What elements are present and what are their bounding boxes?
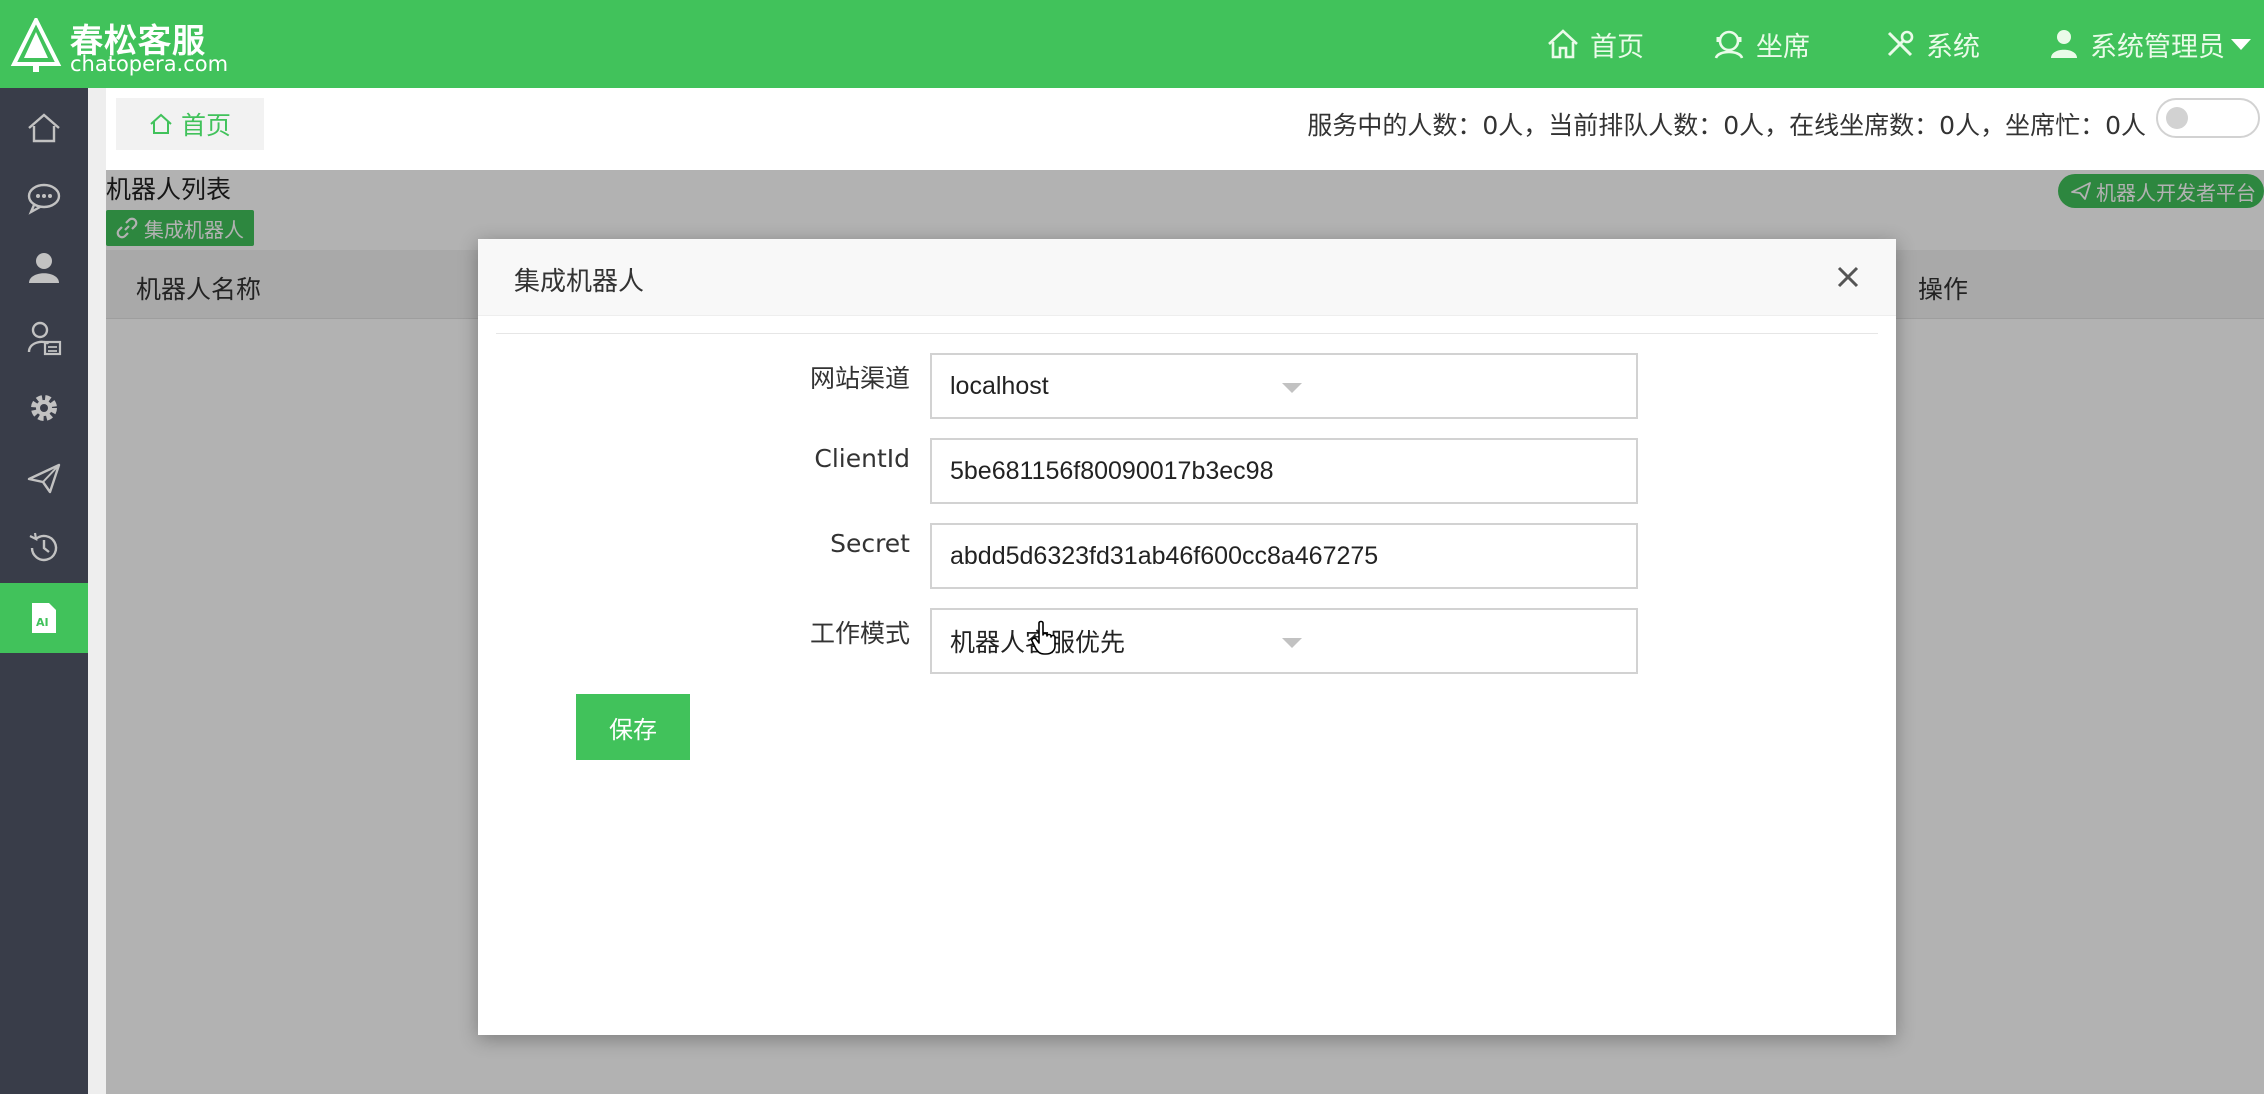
agent-status-toggle[interactable]: [2156, 98, 2260, 138]
top-nav-system-label: 系统: [1926, 31, 1980, 63]
svg-text:AI: AI: [36, 616, 49, 629]
tools-icon: [1887, 30, 1914, 57]
send-icon: [27, 463, 61, 494]
channel-label: 网站渠道: [809, 364, 910, 393]
sidebar-gutter: [88, 88, 106, 1094]
sidebar-item-send[interactable]: [0, 443, 88, 513]
top-nav-user-menu[interactable]: 系统管理员: [2048, 0, 2251, 88]
save-button[interactable]: 保存: [576, 694, 690, 760]
home-icon: [28, 113, 60, 143]
dialog-title: 集成机器人: [514, 267, 645, 297]
secret-input[interactable]: [930, 523, 1638, 589]
service-status: 服务中的人数：0人，当前排队人数：0人，在线坐席数：0人，坐席忙：0人: [1307, 111, 2146, 140]
top-header: 春松客服 chatopera.com 首页 坐席 系统 系统管理员: [0, 0, 2264, 88]
integrate-robot-dialog: 集成机器人 网站渠道 localhost ClientId Secret 工作模…: [478, 239, 1896, 1035]
tab-home[interactable]: 首页: [116, 98, 264, 150]
pine-tree-icon: [10, 18, 62, 72]
sidebar-item-contacts[interactable]: [0, 303, 88, 373]
top-nav-agent-label: 坐席: [1756, 31, 1810, 63]
sidebar-item-settings[interactable]: [0, 373, 88, 443]
top-nav-system[interactable]: 系统: [1884, 0, 1980, 88]
sidebar-item-chat[interactable]: [0, 163, 88, 233]
gear-icon: [31, 395, 57, 421]
sidebar-item-history[interactable]: [0, 513, 88, 583]
chevron-down-icon: [2231, 38, 2251, 50]
history-icon: [29, 532, 58, 562]
client-id-label: ClientId: [814, 444, 910, 473]
close-icon[interactable]: [1836, 265, 1860, 289]
chat-icon: [27, 183, 61, 215]
headset-icon: [1714, 30, 1744, 59]
top-nav-home[interactable]: 首页: [1546, 0, 1644, 88]
brand-logo[interactable]: 春松客服 chatopera.com: [8, 14, 228, 76]
tab-bar: 首页 服务中的人数：0人，当前排队人数：0人，在线坐席数：0人，坐席忙：0人: [106, 88, 2264, 151]
dialog-header: 集成机器人: [478, 239, 1896, 316]
top-nav-agent[interactable]: 坐席: [1712, 0, 1810, 88]
chevron-down-icon: [1282, 383, 1302, 393]
sidebar-item-user[interactable]: [0, 233, 88, 303]
dialog-divider: [496, 333, 1878, 334]
sidebar-item-robot[interactable]: AI: [0, 583, 88, 653]
contacts-icon: [27, 321, 62, 356]
user-icon: [29, 253, 59, 283]
sidebar-item-home[interactable]: [0, 93, 88, 163]
chevron-down-icon: [1282, 638, 1302, 648]
ai-doc-icon: AI: [32, 603, 56, 633]
client-id-input[interactable]: [930, 438, 1638, 504]
user-icon: [2051, 30, 2077, 58]
work-mode-label: 工作模式: [809, 619, 910, 648]
home-icon: [1548, 29, 1578, 59]
toggle-knob: [2166, 107, 2188, 129]
home-icon: [150, 113, 172, 134]
hand-cursor-icon: [1031, 620, 1056, 655]
channel-value: localhost: [950, 371, 1049, 400]
secret-label: Secret: [830, 529, 910, 558]
channel-select[interactable]: localhost: [930, 353, 1638, 419]
top-nav-home-label: 首页: [1590, 31, 1644, 63]
tab-home-label: 首页: [180, 111, 231, 140]
top-nav-user-label: 系统管理员: [2090, 31, 2225, 63]
sidebar: AI: [0, 88, 88, 1094]
brand-subtitle: chatopera.com: [70, 52, 229, 76]
